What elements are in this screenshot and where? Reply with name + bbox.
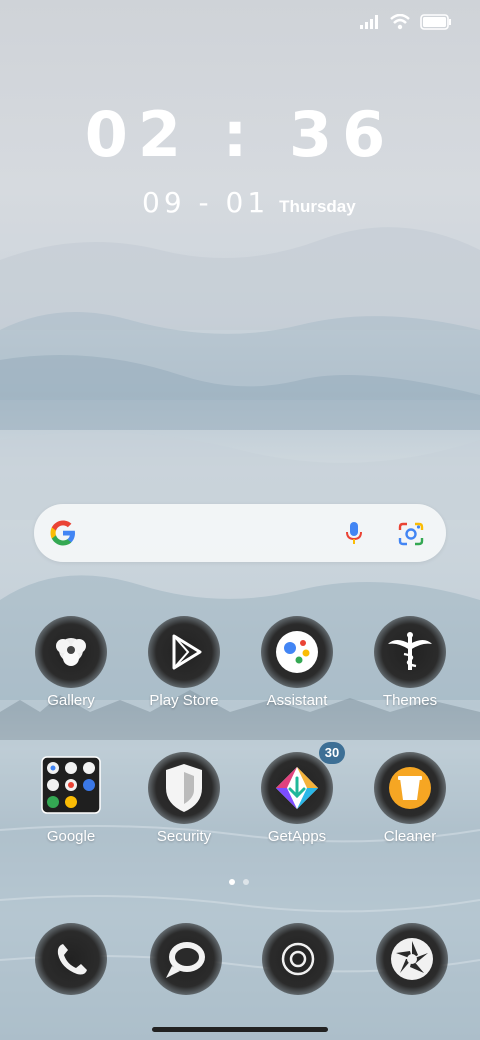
app-security[interactable]: Security xyxy=(128,752,240,845)
weekday-text: Thursday xyxy=(279,197,356,216)
battery-icon xyxy=(420,14,451,30)
messaging-icon xyxy=(166,942,205,978)
dock-messaging[interactable] xyxy=(150,923,222,995)
page-indicator xyxy=(229,879,249,885)
app-play-store[interactable]: Play Store xyxy=(128,616,240,709)
phone-icon xyxy=(57,944,87,975)
dock-chrome[interactable] xyxy=(262,923,334,995)
app-cleaner[interactable]: Cleaner xyxy=(354,752,466,845)
chrome-icon xyxy=(281,942,315,976)
getapps-icon: 30 xyxy=(261,742,345,824)
google-folder-icon xyxy=(39,756,103,820)
status-bar xyxy=(360,14,452,30)
page-dot xyxy=(229,879,235,885)
app-label: Assistant xyxy=(266,692,328,709)
wifi-icon xyxy=(390,14,410,30)
signal-icon xyxy=(360,15,378,29)
play-store-icon xyxy=(148,616,220,688)
app-label: Play Store xyxy=(149,692,219,709)
cleaner-icon xyxy=(374,752,446,824)
app-label: Security xyxy=(156,828,212,845)
app-label: GetApps xyxy=(267,828,327,845)
notification-badge: 30 xyxy=(319,742,345,764)
app-label: Themes xyxy=(382,692,438,709)
app-label: Gallery xyxy=(47,692,95,709)
app-label: Google xyxy=(46,828,96,845)
date-text: 09 - 01 xyxy=(142,186,270,219)
mic-icon[interactable] xyxy=(340,519,368,547)
clock-date[interactable]: 09 - 01 Thursday xyxy=(142,186,356,219)
gallery-icon xyxy=(35,616,107,688)
app-getapps[interactable]: 30 GetApps xyxy=(241,742,353,845)
themes-icon xyxy=(374,616,446,688)
gesture-navigation-bar[interactable] xyxy=(152,1027,328,1032)
folder-google[interactable]: Google xyxy=(15,756,127,845)
clock-time[interactable]: 02 : 36 xyxy=(0,98,480,171)
app-themes[interactable]: Themes xyxy=(354,616,466,709)
app-label: Cleaner xyxy=(383,828,437,845)
app-gallery[interactable]: Gallery xyxy=(15,616,127,709)
app-assistant[interactable]: Assistant xyxy=(241,616,353,709)
camera-icon xyxy=(391,938,433,980)
security-icon xyxy=(148,752,220,824)
google-logo-icon xyxy=(50,520,75,546)
lens-icon[interactable] xyxy=(398,521,424,547)
google-search-bar[interactable] xyxy=(34,504,446,562)
assistant-icon xyxy=(261,616,333,688)
page-dot xyxy=(243,879,249,885)
dock-camera[interactable] xyxy=(376,923,448,995)
dock-phone[interactable] xyxy=(35,923,107,995)
